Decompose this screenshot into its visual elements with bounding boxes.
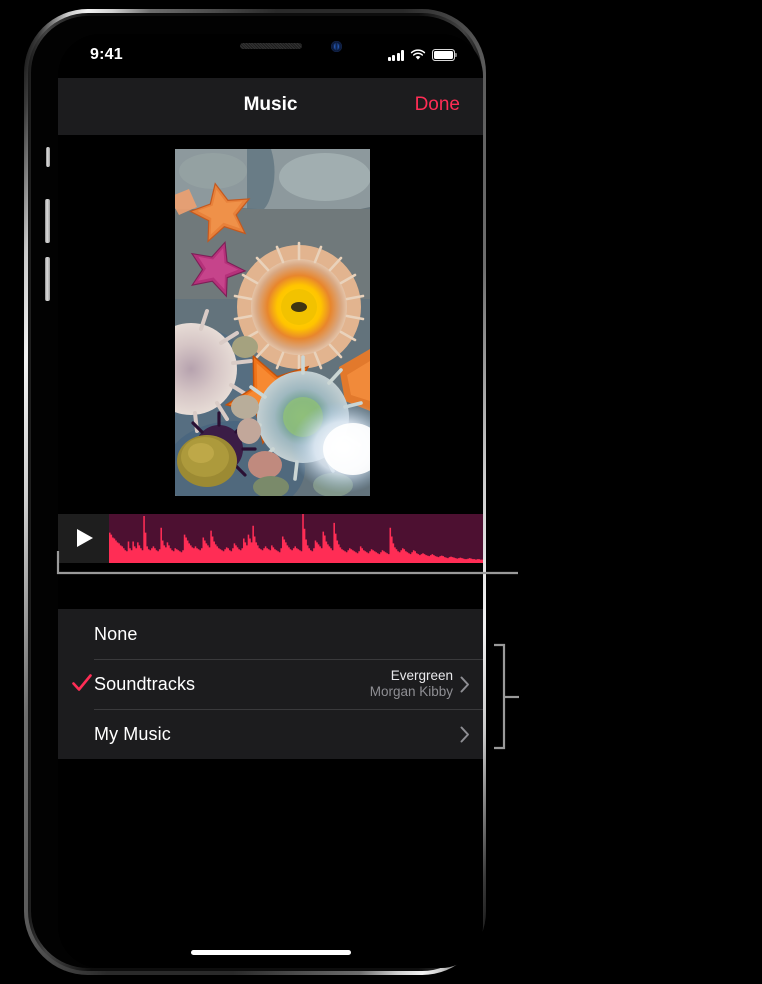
option-row-none[interactable]: None (58, 609, 483, 659)
callout-bracket-music-options (494, 643, 506, 750)
option-label-none: None (94, 623, 138, 644)
iphone-device: 9:41 Music Done None Soundtracks Evergre… (24, 9, 486, 975)
tide-pool-image (175, 149, 370, 496)
option-detail-soundtracks: Evergreen Morgan Kibby (370, 659, 470, 709)
status-icons (387, 47, 457, 61)
signal-bars-icon (387, 50, 404, 61)
front-camera-icon (330, 41, 342, 52)
option-detail-my-music (460, 709, 470, 759)
option-label-my-music: My Music (94, 723, 171, 744)
audio-track-row (58, 514, 483, 563)
silent-switch[interactable] (46, 147, 50, 167)
video-preview-thumbnail[interactable] (175, 149, 370, 496)
status-time: 9:41 (90, 46, 123, 63)
music-options-list: None Soundtracks Evergreen Morgan Kibby (58, 609, 483, 759)
chevron-right-icon[interactable] (460, 676, 470, 693)
volume-down-button[interactable] (45, 257, 50, 301)
waveform-graphic (109, 514, 483, 563)
screenshot-stage: 9:41 Music Done None Soundtracks Evergre… (0, 0, 762, 984)
notch (172, 34, 369, 60)
battery-full-icon (432, 49, 457, 61)
device-screen: 9:41 Music Done None Soundtracks Evergre… (58, 34, 483, 968)
wifi-icon (410, 49, 426, 60)
track-title: Evergreen (390, 667, 453, 683)
chevron-right-icon[interactable] (460, 726, 470, 743)
option-row-my-music[interactable]: My Music (58, 709, 483, 759)
done-button[interactable]: Done (415, 94, 460, 116)
checkmark-icon (72, 674, 92, 691)
home-indicator[interactable] (190, 950, 351, 955)
play-icon (77, 529, 93, 547)
navigation-bar: Music Done (58, 78, 483, 135)
option-row-soundtracks[interactable]: Soundtracks Evergreen Morgan Kibby (58, 659, 483, 709)
option-label-soundtracks: Soundtracks (94, 673, 196, 694)
play-button[interactable] (58, 514, 109, 563)
volume-up-button[interactable] (45, 199, 50, 243)
track-artist: Morgan Kibby (369, 684, 453, 699)
audio-waveform[interactable] (109, 514, 483, 563)
earpiece-speaker-icon (239, 43, 302, 49)
